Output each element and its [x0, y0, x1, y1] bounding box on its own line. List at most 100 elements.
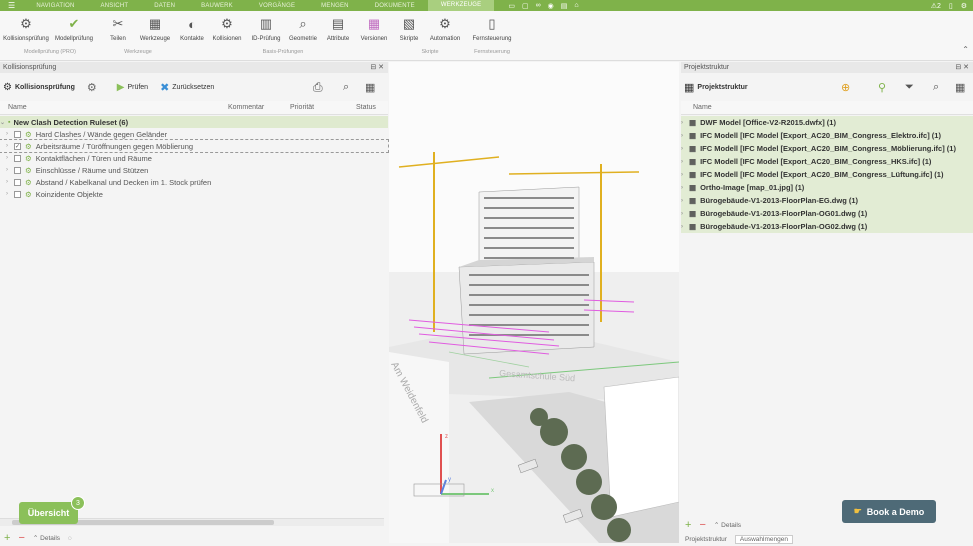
- rule-checkbox[interactable]: [14, 166, 21, 174]
- id-check-button[interactable]: ▥ ID-Prüfung: [246, 16, 286, 42]
- rule-row[interactable]: › ⚙ Kontaktflächen / Türen und Räume: [0, 152, 388, 164]
- caret-right-icon[interactable]: ›: [6, 143, 14, 149]
- clash-detection-button[interactable]: ⚙ Kollisionsprüfung: [3, 16, 49, 42]
- rule-checkbox[interactable]: ✓: [14, 142, 21, 150]
- rule-checkbox[interactable]: [14, 178, 21, 186]
- details-toggle[interactable]: ⌃ Details: [714, 521, 741, 529]
- project-item[interactable]: › ▦ Ortho-Image [map_01.jpg] (1): [681, 181, 973, 194]
- rule-checkbox[interactable]: [14, 154, 21, 162]
- project-item[interactable]: › ▦ Bürogebäude-V1-2013-FloorPlan-OG02.dwg…: [681, 220, 973, 233]
- split-button[interactable]: ✂ Teilen: [100, 16, 136, 42]
- column-name[interactable]: Name: [0, 104, 228, 111]
- project-item[interactable]: › ▦ Bürogebäude-V1-2013-FloorPlan-EG.dwg (…: [681, 194, 973, 207]
- group-label-remote: Fernsteuerung: [474, 49, 510, 55]
- tab-selection-sets[interactable]: Auswahlmengen: [734, 534, 793, 544]
- zoom-icon[interactable]: ⌕: [343, 81, 349, 94]
- scripts-button[interactable]: ▧ Skripte: [391, 16, 427, 42]
- book-demo-button[interactable]: ☛ Book a Demo: [842, 500, 936, 523]
- tools-button[interactable]: ▦ Werkzeuge: [135, 16, 175, 42]
- caret-right-icon[interactable]: ›: [681, 185, 689, 191]
- tab-bauwerk[interactable]: BAUWERK: [188, 3, 246, 9]
- caret-right-icon[interactable]: ›: [681, 172, 689, 178]
- book-icon[interactable]: ▤: [561, 2, 568, 10]
- caret-right-icon[interactable]: ›: [681, 133, 689, 139]
- add-icon[interactable]: +: [4, 532, 10, 544]
- 3d-viewport[interactable]: Gesamtschule Süd Am Weidenfeld z y x: [389, 62, 679, 543]
- attributes-button[interactable]: ▤ Attribute: [318, 16, 358, 42]
- tab-daten[interactable]: DATEN: [141, 3, 188, 9]
- rule-row[interactable]: › ⚙ Einschlüsse / Räume und Stützen: [0, 164, 388, 176]
- caret-right-icon[interactable]: ›: [681, 198, 689, 204]
- geometry-button[interactable]: ⌕ Geometrie: [283, 16, 323, 42]
- eye-icon[interactable]: ◉: [548, 2, 554, 10]
- details-toggle[interactable]: ⌃ Details: [33, 534, 60, 542]
- tab-ansicht[interactable]: ANSICHT: [88, 3, 142, 9]
- reset-button[interactable]: ✖ Zurücksetzen: [160, 81, 214, 94]
- ruleset-row[interactable]: ⌄ ▪ New Clash Detection Ruleset (6): [0, 116, 388, 128]
- settings-icon[interactable]: ⚙: [961, 2, 967, 10]
- home-icon[interactable]: ⌂: [574, 2, 578, 10]
- table-icon[interactable]: ▦: [955, 81, 965, 94]
- rule-checkbox[interactable]: [14, 130, 21, 138]
- tab-vorgaenge[interactable]: VORGÄNGE: [246, 3, 308, 9]
- warning-count[interactable]: ⚠2: [931, 2, 941, 10]
- zoom-icon[interactable]: ⌕: [933, 81, 939, 94]
- rule-checkbox[interactable]: [14, 190, 21, 198]
- caret-right-icon[interactable]: ›: [6, 167, 14, 173]
- tab-navigation[interactable]: NAVIGATION: [23, 3, 87, 9]
- remove-icon[interactable]: −: [18, 532, 24, 544]
- tab-werkzeuge[interactable]: WERKZEUGE: [427, 0, 495, 11]
- contacts-button[interactable]: ◐ Kontakte: [174, 16, 210, 43]
- versions-button[interactable]: ▦ Versionen: [354, 16, 394, 42]
- project-item[interactable]: › ▦ IFC Modell [IFC Model [Export_AC20_BIM…: [681, 142, 973, 155]
- remove-icon[interactable]: −: [699, 519, 705, 531]
- add-icon[interactable]: +: [685, 519, 691, 531]
- rule-row[interactable]: › ⚙ Hard Clashes / Wände gegen Geländer: [0, 128, 388, 140]
- project-item[interactable]: › ▦ IFC Modell [IFC Model [Export_AC20_BIM…: [681, 168, 973, 181]
- column-priority[interactable]: Priorität: [290, 104, 356, 111]
- caret-down-icon[interactable]: ⌄: [0, 119, 8, 126]
- caret-right-icon[interactable]: ›: [6, 131, 14, 137]
- model-check-button[interactable]: ✔ Modellprüfung: [54, 16, 94, 42]
- project-item[interactable]: › ▦ Bürogebäude-V1-2013-FloorPlan-OG01.dwg…: [681, 207, 973, 220]
- filter-icon[interactable]: ⏷: [905, 81, 914, 94]
- table-icon[interactable]: ▦: [365, 81, 375, 94]
- project-item[interactable]: › ▦ IFC Modell [IFC Model [Export_AC20_BIM…: [681, 155, 973, 168]
- tab-mengen[interactable]: MENGEN: [308, 3, 362, 9]
- caret-right-icon[interactable]: ›: [681, 211, 689, 217]
- window-icon[interactable]: ▭: [508, 2, 515, 10]
- check-button[interactable]: ▶ Prüfen: [117, 82, 148, 93]
- column-comment[interactable]: Kommentar: [228, 104, 290, 111]
- hamburger-icon[interactable]: ☰: [0, 1, 23, 10]
- remote-control-button[interactable]: ▯ Fernsteuerung: [468, 16, 516, 42]
- caret-right-icon[interactable]: ›: [681, 146, 689, 152]
- caret-right-icon[interactable]: ›: [6, 179, 14, 185]
- project-item[interactable]: › ▦ DWF Model [Office-V2-R2015.dwfx] (1): [681, 116, 973, 129]
- key-icon[interactable]: ⚲: [878, 81, 886, 94]
- caret-right-icon[interactable]: ›: [6, 191, 14, 197]
- automation-button[interactable]: ⚙ Automation: [425, 16, 465, 42]
- printer-icon[interactable]: ⎙: [313, 80, 323, 95]
- axis-y-label: y: [448, 477, 451, 483]
- rule-row[interactable]: › ⚙ Abstand / Kabelkanal und Decken im 1. …: [0, 176, 388, 188]
- tab-dokumente[interactable]: DOKUMENTE: [362, 3, 428, 9]
- caret-right-icon[interactable]: ›: [681, 224, 689, 230]
- tab-project-structure[interactable]: Projektstruktur: [685, 536, 727, 543]
- rule-row[interactable]: › ✓ ⚙ Arbeitsräume / Türöffnungen gegen Möb…: [0, 139, 389, 153]
- phone-icon[interactable]: ▯: [949, 2, 953, 10]
- project-item[interactable]: › ▦ IFC Modell [IFC Model [Export_AC20_BIM…: [681, 129, 973, 142]
- glasses-icon[interactable]: ∞: [536, 2, 541, 10]
- column-name[interactable]: Name: [681, 104, 712, 111]
- help-icon[interactable]: ◌: [68, 535, 72, 542]
- rule-row[interactable]: › ⚙ Koinzidente Objekte: [0, 188, 388, 200]
- column-status[interactable]: Status: [356, 104, 376, 111]
- monitor-icon[interactable]: ▢: [522, 2, 529, 10]
- caret-right-icon[interactable]: ›: [681, 120, 689, 126]
- collisions-button[interactable]: ⚙ Kollisionen: [207, 16, 247, 42]
- settings-gear-icon[interactable]: ⚙: [87, 81, 97, 94]
- overview-button[interactable]: Übersicht: [19, 502, 78, 524]
- merge-icon[interactable]: ⊕: [841, 81, 850, 94]
- collapse-ribbon-icon[interactable]: ⌃: [962, 45, 969, 54]
- caret-right-icon[interactable]: ›: [6, 155, 14, 161]
- caret-right-icon[interactable]: ›: [681, 159, 689, 165]
